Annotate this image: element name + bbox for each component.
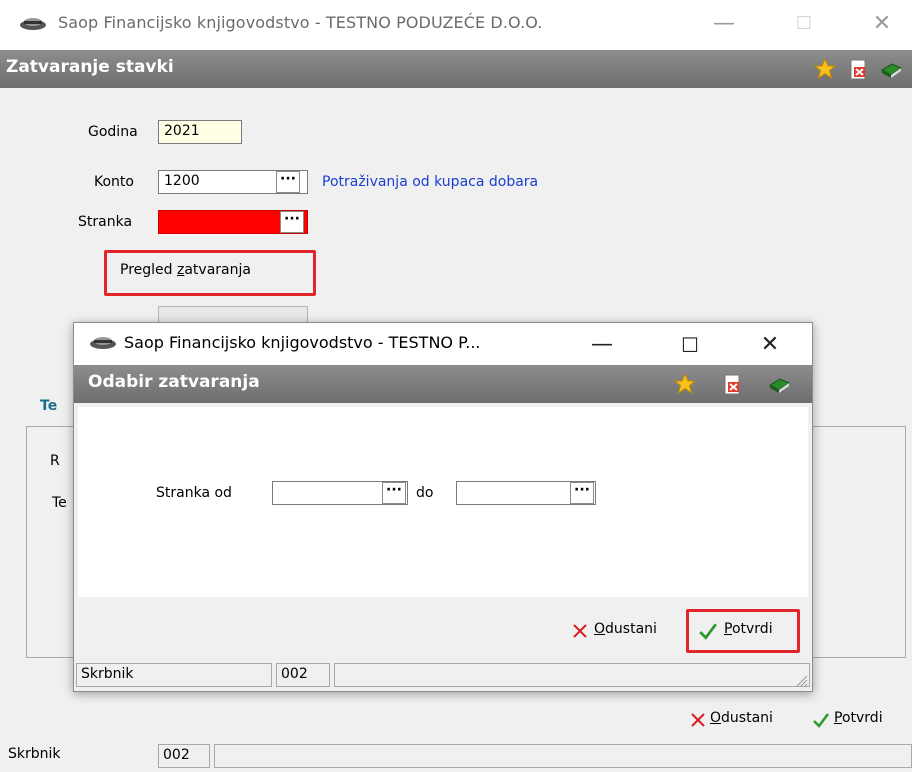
form-title: Zatvaranje stavki: [6, 57, 174, 77]
dialog-header-title: Odabir zatvaranja: [88, 372, 260, 392]
dialog-app-logo-icon: [90, 337, 116, 349]
dialog-confirm-check-icon: [699, 623, 717, 640]
section-field-label-2: Te: [52, 495, 67, 511]
status-empty: [214, 744, 912, 768]
window-title-bar: Saop Financijsko knjigovodstvo - TESTNO …: [0, 0, 912, 50]
dialog-potvrdi-button[interactable]: Potvrdi: [686, 609, 800, 653]
dialog-status-empty: [334, 663, 810, 687]
dialog-header: Odabir zatvaranja: [74, 365, 812, 403]
stranka-od-lookup-button[interactable]: ···: [382, 482, 406, 504]
pregled-zatvaranja-button[interactable]: Pregled zatvaranja: [104, 250, 316, 296]
status-user: Skrbnik: [4, 744, 154, 768]
stranka-do-lookup-button[interactable]: ···: [570, 482, 594, 504]
dialog-close-button[interactable]: ✕: [750, 325, 790, 365]
status-code: 002: [158, 744, 210, 768]
stranka-label: Stranka: [78, 214, 133, 230]
maximize-button[interactable]: ☐: [784, 4, 824, 44]
favorite-star-icon[interactable]: [814, 58, 836, 80]
dialog-minimize-button[interactable]: —: [582, 325, 622, 365]
konto-label: Konto: [94, 174, 134, 190]
dialog-favorite-star-icon[interactable]: [674, 373, 696, 395]
odustani-button[interactable]: Odustani: [690, 710, 790, 732]
app-logo-icon: [20, 18, 46, 30]
minimize-button[interactable]: —: [704, 4, 744, 44]
dialog-help-book-icon[interactable]: [768, 373, 790, 395]
odustani-label: Odustani: [710, 710, 773, 726]
form-header: Zatvaranje stavki: [0, 50, 912, 88]
cancel-x-icon: [691, 713, 705, 727]
stranka-od-label: Stranka od: [156, 485, 232, 501]
resize-grip-icon[interactable]: [794, 673, 808, 687]
konto-description: Potraživanja od kupaca dobara: [322, 174, 539, 190]
dialog-body: Stranka od ··· do ···: [78, 407, 808, 597]
dialog-maximize-button[interactable]: ☐: [670, 325, 710, 365]
dialog-title: Saop Financijsko knjigovodstvo - TESTNO …: [124, 333, 481, 352]
do-label: do: [416, 485, 434, 501]
dialog-potvrdi-label: Potvrdi: [724, 621, 773, 637]
dialog-cancel-x-icon: [573, 624, 587, 638]
help-book-icon[interactable]: [880, 58, 902, 80]
dialog-close-document-icon[interactable]: [722, 374, 744, 396]
confirm-check-icon: [813, 713, 829, 728]
dialog-odustani-button[interactable]: Odustani: [572, 621, 680, 643]
close-button[interactable]: ✕: [862, 4, 902, 44]
pregled-zatvaranja-label: Pregled zatvaranja: [120, 262, 251, 278]
dialog-odustani-label: Odustani: [594, 621, 657, 637]
section-field-label-1: R: [50, 453, 60, 469]
dialog-status-user: Skrbnik: [76, 663, 272, 687]
dialog-status-code: 002: [276, 663, 330, 687]
window-title: Saop Financijsko knjigovodstvo - TESTNO …: [58, 13, 543, 32]
godina-input[interactable]: 2021: [158, 120, 242, 144]
dialog-title-bar: Saop Financijsko knjigovodstvo - TESTNO …: [74, 323, 812, 365]
stranka-lookup-button[interactable]: ···: [280, 211, 304, 233]
odabir-zatvaranja-dialog: Saop Financijsko knjigovodstvo - TESTNO …: [73, 322, 813, 692]
godina-label: Godina: [88, 124, 138, 140]
close-document-icon[interactable]: [848, 59, 870, 81]
section-label: Te: [40, 398, 58, 414]
konto-lookup-button[interactable]: ···: [276, 171, 300, 193]
potvrdi-label: Potvrdi: [834, 710, 883, 726]
potvrdi-button[interactable]: Potvrdi: [812, 710, 908, 732]
